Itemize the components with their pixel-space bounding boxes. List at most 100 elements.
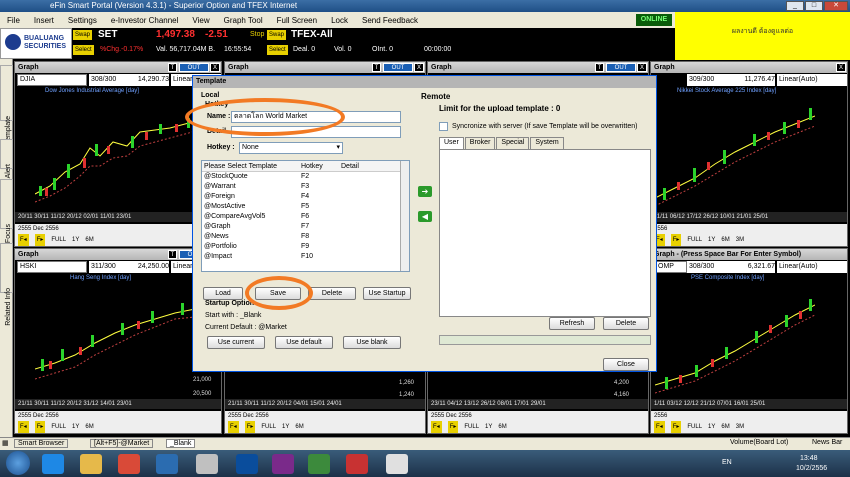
refresh-button[interactable]: Refresh (549, 317, 595, 330)
hotkey-select[interactable]: None ▾ (239, 142, 343, 154)
period-1y-button[interactable]: 1Y (282, 421, 289, 433)
side-tab-alert[interactable]: Alert (0, 139, 13, 178)
language-indicator[interactable]: EN (722, 459, 732, 466)
period-6m-button[interactable]: 6M (295, 421, 303, 433)
period-nav-icon[interactable]: F▸ (244, 421, 256, 433)
menu-insert[interactable]: Insert (27, 16, 61, 25)
period-full-button[interactable]: FULL (687, 234, 702, 246)
app-icon[interactable] (308, 454, 330, 474)
menu-lock[interactable]: Lock (324, 16, 355, 25)
scale-mode[interactable]: Linear(Auto) (777, 74, 847, 86)
use-blank-button[interactable]: Use blank (343, 336, 401, 349)
panel-close-button[interactable]: X (836, 63, 846, 72)
period-6m-button[interactable]: 6M (85, 234, 93, 246)
period-nav-icon[interactable]: F◂ (431, 421, 442, 433)
period-nav-icon[interactable]: F◂ (654, 421, 665, 433)
period-full-button[interactable]: FULL (687, 421, 702, 433)
app-icon[interactable] (272, 454, 294, 474)
select-button-set[interactable]: Select (73, 45, 94, 55)
arrow-left-icon[interactable]: ◀ (418, 211, 432, 222)
side-tab-stock-focus[interactable]: Stock Focus (0, 179, 13, 263)
menu-graph-tool[interactable]: Graph Tool (217, 16, 270, 25)
chrome-icon[interactable] (118, 454, 140, 474)
ad-banner[interactable]: ผลงานดี ต้องดูแลต่อ (675, 12, 850, 60)
template-row[interactable]: @CompareAvgVol5 F6 (202, 212, 409, 222)
taskbar-item-blank[interactable]: _Blank (166, 439, 196, 448)
period-nav-icon[interactable]: F◂ (18, 421, 29, 433)
use-startup-button[interactable]: Use Startup (363, 287, 411, 300)
close-dialog-button[interactable]: Close (603, 358, 649, 371)
load-button[interactable]: Load (203, 287, 243, 300)
internet-explorer-icon[interactable] (42, 454, 64, 474)
symbol-input[interactable]: DJIA (17, 74, 87, 86)
start-button-icon[interactable] (6, 451, 30, 475)
smart-browser-button[interactable]: Smart Browser (14, 439, 69, 448)
template-row[interactable]: @MostActive F5 (202, 202, 409, 212)
volume-board-lot[interactable]: Volume(Board Lot) (730, 439, 788, 446)
out-button[interactable]: OUT (383, 63, 413, 72)
period-nav-icon[interactable]: F▸ (447, 421, 459, 433)
t-button[interactable]: T (168, 63, 177, 72)
template-row[interactable]: @Graph F7 (202, 222, 409, 232)
symbol-input[interactable]: OMP (655, 261, 687, 273)
remote-template-list[interactable] (439, 149, 651, 317)
file-explorer-icon[interactable] (80, 454, 102, 474)
period-nav-icon[interactable]: F▸ (34, 421, 46, 433)
menu-send-feedback[interactable]: Send Feedback (355, 16, 425, 25)
t-button[interactable]: T (168, 250, 177, 259)
out-button[interactable]: OUT (179, 63, 209, 72)
period-3m-button[interactable]: 3M (736, 234, 744, 246)
t-button[interactable]: T (372, 63, 381, 72)
template-row[interactable]: @Portfolio F9 (202, 242, 409, 252)
side-tab-related-info[interactable]: Related Info (0, 243, 13, 326)
period-nav-icon[interactable]: F◂ (228, 421, 239, 433)
template-row[interactable]: @Impact F10 (202, 252, 409, 262)
period-1y-button[interactable]: 1Y (708, 234, 715, 246)
period-1y-button[interactable]: 1Y (708, 421, 715, 433)
app-icon[interactable] (196, 454, 218, 474)
period-nav-icon[interactable]: F▸ (670, 421, 682, 433)
period-nav-icon[interactable]: F▸ (670, 234, 682, 246)
app-icon[interactable] (236, 454, 258, 474)
period-full-button[interactable]: FULL (261, 421, 276, 433)
taskbar-item-market[interactable]: [Alt+F5]-@Market (90, 439, 154, 448)
menu-file[interactable]: File (0, 16, 27, 25)
media-player-icon[interactable] (156, 454, 178, 474)
t-button[interactable]: T (595, 63, 604, 72)
scale-mode[interactable]: Linear(Auto) (777, 261, 847, 273)
template-row[interactable]: @Warrant F3 (202, 182, 409, 192)
period-full-button[interactable]: FULL (464, 421, 479, 433)
period-6m-button[interactable]: 6M (721, 421, 729, 433)
period-1y-button[interactable]: 1Y (72, 234, 79, 246)
use-default-button[interactable]: Use default (275, 336, 333, 349)
panel-close-button[interactable]: X (414, 63, 424, 72)
period-full-button[interactable]: FULL (51, 234, 66, 246)
delete-button[interactable]: Delete (308, 287, 356, 300)
menu-full-screen[interactable]: Full Screen (270, 16, 324, 25)
swap-button-set[interactable]: Swap (73, 30, 93, 40)
column-header[interactable]: Detail (339, 161, 399, 171)
period-nav-icon[interactable]: F◂ (18, 234, 29, 246)
efin-app-icon[interactable] (386, 454, 408, 474)
grid-icon[interactable]: ▦ (2, 439, 9, 447)
template-row[interactable]: @Foreign F4 (202, 192, 409, 202)
period-6m-button[interactable]: 6M (498, 421, 506, 433)
close-button[interactable]: ✕ (824, 1, 848, 11)
template-list-scrollbar[interactable] (400, 161, 409, 271)
template-row[interactable]: @News F8 (202, 232, 409, 242)
swap-button-tfex[interactable]: Swap (267, 30, 287, 40)
maximize-button[interactable]: □ (805, 1, 823, 11)
panel-close-button[interactable]: X (637, 63, 647, 72)
panel-close-button[interactable]: X (210, 63, 220, 72)
period-nav-icon[interactable]: F▸ (34, 234, 46, 246)
period-3m-button[interactable]: 3M (736, 421, 744, 433)
menu-view[interactable]: View (185, 16, 216, 25)
app-icon[interactable] (346, 454, 368, 474)
remote-delete-button[interactable]: Delete (603, 317, 649, 330)
news-bar-button[interactable]: News Bar (812, 439, 842, 446)
column-header[interactable]: Hotkey (299, 161, 339, 171)
column-header[interactable]: Please Select Template (202, 161, 299, 171)
use-current-button[interactable]: Use current (207, 336, 265, 349)
menu-settings[interactable]: Settings (61, 16, 104, 25)
sync-checkbox[interactable] (439, 122, 448, 131)
